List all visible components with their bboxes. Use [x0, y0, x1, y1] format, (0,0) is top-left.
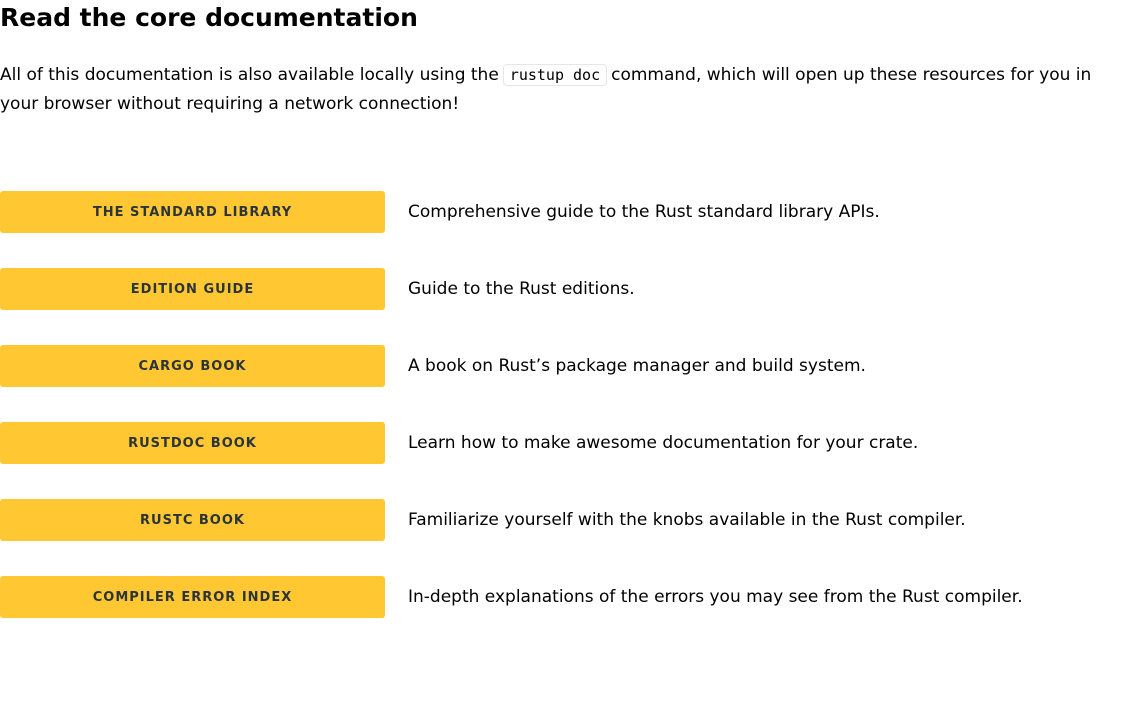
intro-text-before: All of this documentation is also availa…: [0, 65, 499, 85]
edition-guide-description: Guide to the Rust editions.: [408, 279, 635, 299]
rustc-book-description: Familiarize yourself with the knobs avai…: [408, 510, 966, 530]
doc-row-edition-guide: EDITION GUIDE Guide to the Rust editions…: [0, 268, 1128, 310]
cargo-book-description: A book on Rust’s package manager and bui…: [408, 356, 866, 376]
rustc-book-button[interactable]: RUSTC BOOK: [0, 499, 385, 541]
standard-library-description: Comprehensive guide to the Rust standard…: [408, 202, 880, 222]
standard-library-button[interactable]: THE STANDARD LIBRARY: [0, 191, 385, 233]
compiler-error-index-description: In-depth explanations of the errors you …: [408, 587, 1023, 607]
doc-row-rustdoc-book: RUSTDOC BOOK Learn how to make awesome d…: [0, 422, 1128, 464]
doc-row-compiler-error-index: COMPILER ERROR INDEX In-depth explanatio…: [0, 576, 1128, 618]
rustdoc-book-description: Learn how to make awesome documentation …: [408, 433, 919, 453]
intro-paragraph: All of this documentation is also availa…: [0, 61, 1120, 119]
doc-row-cargo-book: CARGO BOOK A book on Rust’s package mana…: [0, 345, 1128, 387]
doc-row-standard-library: THE STANDARD LIBRARY Comprehensive guide…: [0, 191, 1128, 233]
rustup-doc-code: rustup doc: [502, 64, 608, 86]
rustdoc-book-button[interactable]: RUSTDOC BOOK: [0, 422, 385, 464]
edition-guide-button[interactable]: EDITION GUIDE: [0, 268, 385, 310]
docs-list: THE STANDARD LIBRARY Comprehensive guide…: [0, 191, 1128, 653]
page-title: Read the core documentation: [0, 3, 418, 32]
doc-row-rustc-book: RUSTC BOOK Familiarize yourself with the…: [0, 499, 1128, 541]
cargo-book-button[interactable]: CARGO BOOK: [0, 345, 385, 387]
compiler-error-index-button[interactable]: COMPILER ERROR INDEX: [0, 576, 385, 618]
